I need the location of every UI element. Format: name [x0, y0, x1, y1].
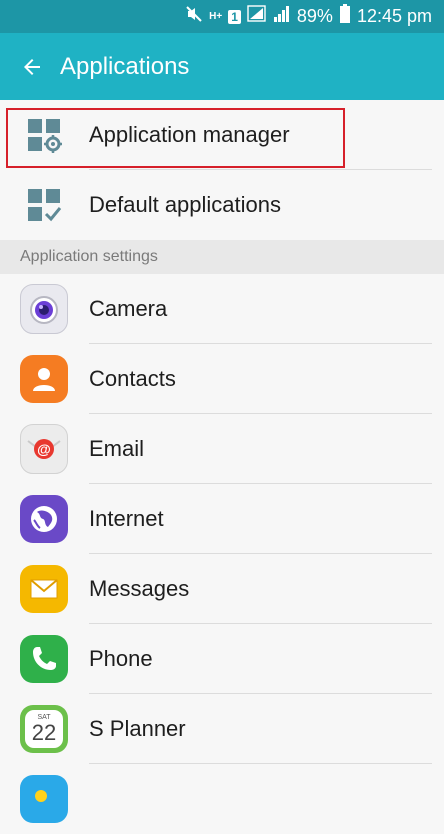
app-icon-wrapper: [20, 775, 68, 823]
status-bar: H+ 1 89% 12:45 pm: [0, 0, 444, 33]
weather-icon: [20, 775, 68, 823]
clock: 12:45 pm: [356, 6, 432, 26]
settings-list: Application manager Default applications…: [0, 100, 444, 834]
app-manager-gear-icon: [20, 111, 68, 159]
list-item-contacts[interactable]: Contacts: [0, 344, 444, 414]
back-arrow-icon: [24, 58, 40, 75]
app-icon-wrapper: [20, 565, 68, 613]
list-item-label: Camera: [89, 296, 168, 321]
list-item-internet[interactable]: Internet: [0, 484, 444, 554]
list-item-partial[interactable]: [0, 764, 444, 834]
app-icon-wrapper: [20, 635, 68, 683]
section-header: Application settings: [0, 240, 444, 274]
internet-icon: [20, 495, 68, 543]
battery-icon: [339, 4, 351, 29]
list-item-phone[interactable]: Phone: [0, 624, 444, 694]
list-item-label: Email: [89, 436, 145, 461]
app-icon-wrapper: @: [20, 424, 68, 474]
list-item-default-applications[interactable]: Default applications: [0, 170, 444, 240]
calendar-day-number: 22: [31, 720, 57, 745]
battery-percent: 89%: [296, 6, 333, 26]
list-item-camera[interactable]: Camera: [0, 274, 444, 344]
list-item-application-manager[interactable]: Application manager: [0, 100, 444, 170]
list-item-s-planner[interactable]: SAT 22 S Planner: [0, 694, 444, 764]
messages-icon: [20, 565, 68, 613]
default-apps-check-icon: [20, 181, 68, 229]
list-item-label: Application manager: [89, 122, 290, 147]
signal-strength-icon: [247, 5, 267, 28]
list-item-label: Contacts: [89, 366, 176, 391]
mute-icon: [185, 5, 203, 28]
contacts-icon: [20, 355, 68, 403]
network-type-icon: H+: [209, 10, 223, 22]
list-item-label: Messages: [89, 576, 190, 601]
app-icon-wrapper: SAT 22: [20, 705, 68, 753]
email-icon: @: [20, 424, 68, 474]
calendar-face: SAT 22: [25, 710, 63, 748]
list-item-label: Phone: [89, 646, 153, 671]
app-icon-wrapper: [20, 284, 68, 334]
camera-icon: [20, 284, 68, 334]
app-icon-wrapper: [20, 495, 68, 543]
app-icon-wrapper: [20, 355, 68, 403]
phone-icon: [20, 635, 68, 683]
sim-icon: 1: [228, 9, 241, 24]
list-item-label: Default applications: [89, 192, 282, 217]
list-item-label: Internet: [89, 506, 164, 531]
list-item-messages[interactable]: Messages: [0, 554, 444, 624]
list-item-email[interactable]: @ Email: [0, 414, 444, 484]
back-button[interactable]: [12, 47, 52, 87]
signal-bars-icon: [273, 5, 291, 28]
list-item-label: S Planner: [89, 716, 186, 741]
app-bar: Applications: [0, 33, 444, 100]
page-title: Applications: [60, 52, 190, 80]
svg-text:@: @: [37, 441, 51, 457]
calendar-icon: SAT 22: [20, 705, 68, 753]
